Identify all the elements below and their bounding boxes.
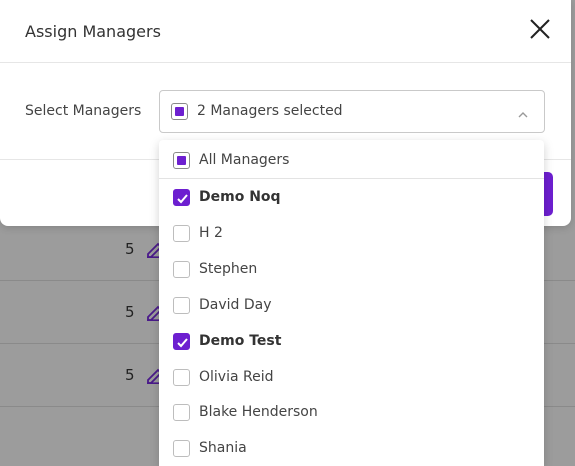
checkbox[interactable] — [173, 368, 190, 386]
option-manager[interactable]: Demo Noq — [159, 179, 544, 215]
option-manager[interactable]: Olivia Reid — [159, 359, 544, 395]
option-label: Demo Noq — [199, 189, 281, 205]
option-manager[interactable]: Stephen — [159, 251, 544, 287]
modal-title: Assign Managers — [25, 22, 161, 41]
checkbox[interactable] — [173, 404, 190, 422]
modal-header: Assign Managers — [0, 0, 571, 63]
partial-checkbox-icon — [171, 103, 188, 120]
chevron-up-icon — [517, 106, 529, 118]
checked-checkbox[interactable] — [173, 332, 190, 350]
select-value: 2 Managers selected — [197, 103, 343, 119]
option-label: H 2 — [199, 224, 223, 241]
option-manager[interactable]: H 2 — [159, 215, 544, 251]
option-label: Stephen — [199, 260, 258, 277]
option-label: Blake Henderson — [199, 404, 318, 421]
checkbox[interactable] — [173, 440, 190, 458]
option-label: Demo Test — [199, 332, 282, 349]
row-value: 5 — [125, 303, 135, 321]
checkbox[interactable] — [173, 296, 190, 314]
checkbox[interactable] — [173, 260, 190, 278]
row-value: 5 — [125, 366, 135, 384]
checked-checkbox[interactable] — [173, 189, 190, 206]
row-value: 5 — [125, 240, 135, 258]
managers-dropdown: All Managers Demo Noq H 2 Stephen David Day… — [159, 140, 544, 466]
option-manager[interactable]: Demo Test — [159, 323, 544, 359]
managers-select[interactable]: 2 Managers selected — [159, 90, 545, 133]
option-manager[interactable]: David Day — [159, 287, 544, 323]
option-all-managers[interactable]: All Managers — [159, 142, 544, 179]
select-managers-label: Select Managers — [25, 103, 142, 119]
checkbox[interactable] — [173, 224, 190, 242]
option-manager[interactable]: Blake Henderson — [159, 394, 544, 430]
option-label: Olivia Reid — [199, 368, 274, 385]
option-manager[interactable]: Shania — [159, 430, 544, 466]
option-label: Shania — [199, 440, 247, 457]
close-icon[interactable] — [528, 17, 552, 41]
option-label: All Managers — [199, 152, 290, 168]
all-managers-checkbox[interactable] — [173, 152, 190, 169]
option-label: David Day — [199, 296, 272, 313]
